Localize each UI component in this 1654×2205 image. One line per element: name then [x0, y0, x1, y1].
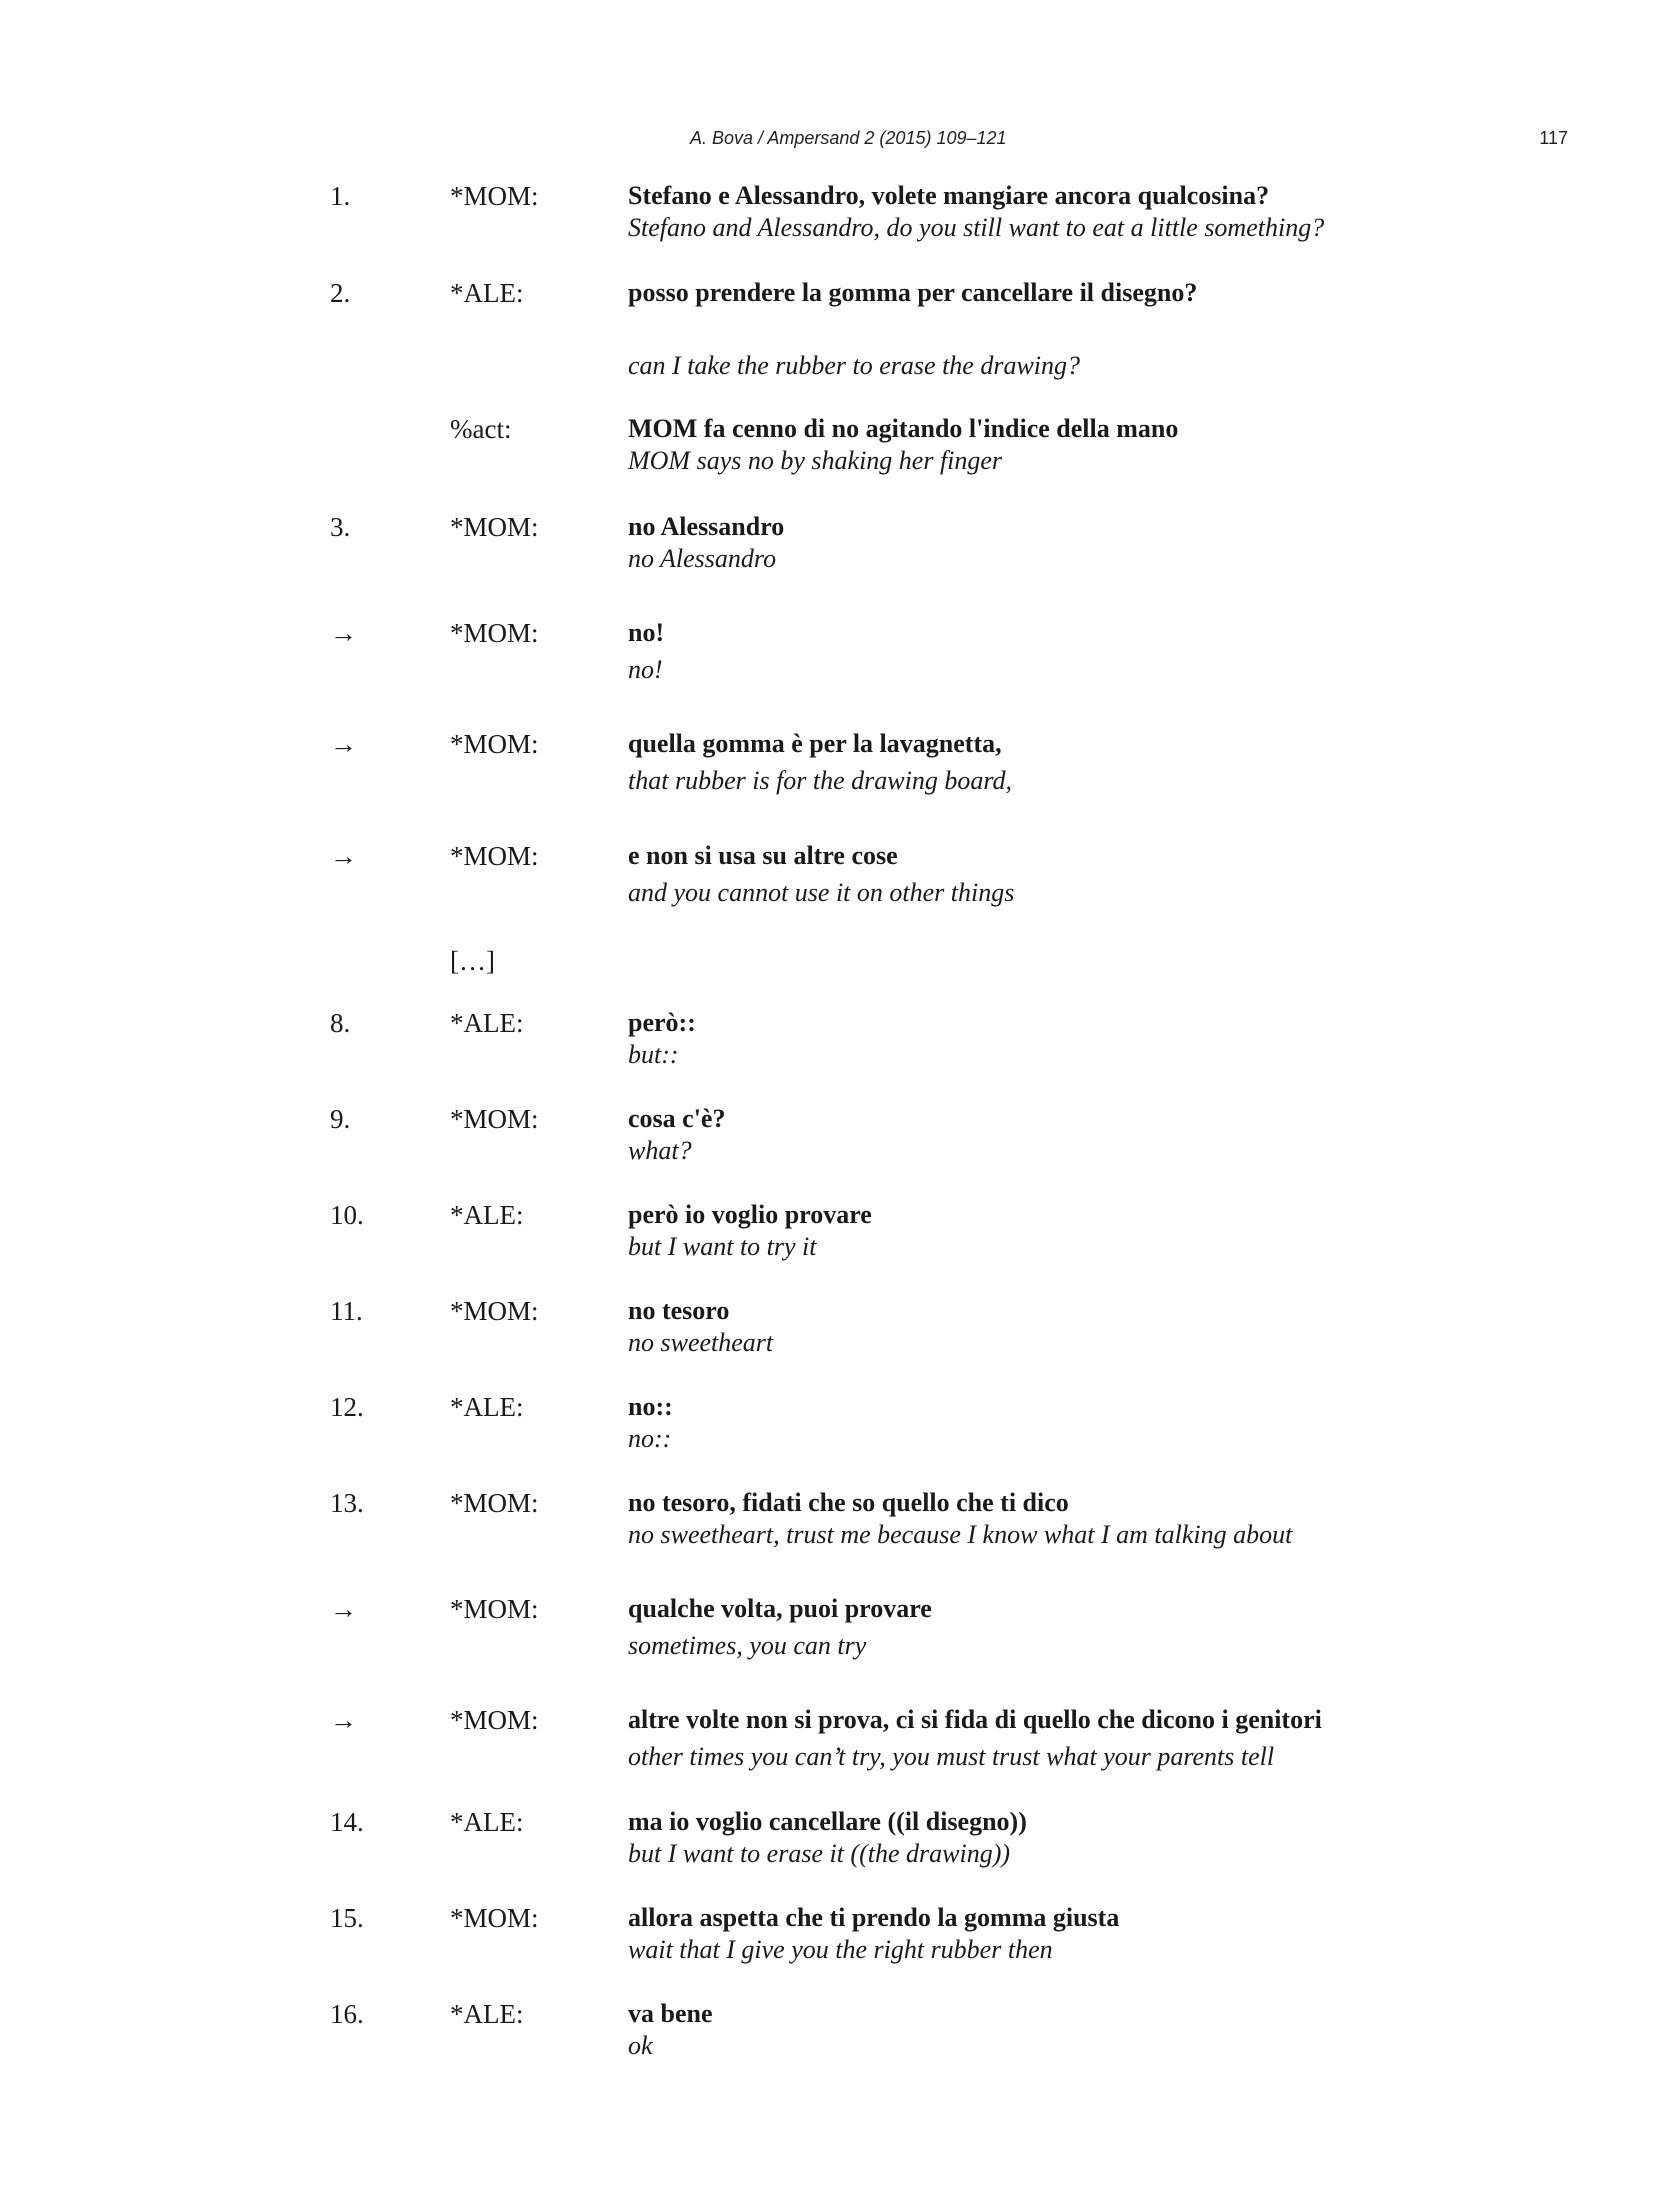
turn-number: 1. — [330, 181, 351, 211]
turn-number: 3. — [330, 512, 351, 542]
turn-number: → — [330, 1594, 357, 1624]
english-translation: no:: — [628, 1424, 672, 1453]
italian-utterance: quella gomma è per la lavagnetta, — [628, 729, 1002, 758]
speaker-code: *MOM: — [450, 841, 539, 871]
italian-utterance: allora aspetta che ti prendo la gomma gi… — [628, 1903, 1120, 1932]
italian-utterance: no Alessandro — [628, 512, 785, 541]
italian-utterance: però io voglio provare — [628, 1200, 872, 1229]
english-translation: that rubber is for the drawing board, — [628, 766, 1013, 795]
italian-utterance: e non si usa su altre cose — [628, 841, 898, 870]
italian-utterance: posso prendere la gomma per cancellare i… — [628, 278, 1198, 307]
speaker-code: %act: — [450, 414, 512, 444]
italian-utterance: no tesoro — [628, 1296, 730, 1325]
speaker-code: *ALE: — [450, 1008, 524, 1038]
italian-utterance: ma io voglio cancellare ((il disegno)) — [628, 1807, 1027, 1836]
turn-number: 8. — [330, 1008, 351, 1038]
speaker-code: *MOM: — [450, 1488, 539, 1518]
speaker-code: *MOM: — [450, 1296, 539, 1326]
italian-utterance: qualche volta, puoi provare — [628, 1594, 932, 1623]
english-translation: but:: — [628, 1040, 679, 1069]
english-translation: what? — [628, 1136, 692, 1165]
turn-number: → — [330, 729, 357, 759]
turn-number: → — [330, 841, 357, 871]
speaker-code: *MOM: — [450, 729, 539, 759]
omission-marker: […] — [450, 946, 495, 976]
english-translation: Stefano and Alessandro, do you still wan… — [628, 213, 1325, 242]
turn-number: 12. — [330, 1392, 364, 1422]
turn-number: 9. — [330, 1104, 351, 1134]
speaker-code: *ALE: — [450, 278, 524, 308]
english-translation: sometimes, you can try — [628, 1631, 867, 1660]
english-translation: ok — [628, 2031, 653, 2060]
italian-utterance: però:: — [628, 1008, 696, 1037]
turn-number: 14. — [330, 1807, 364, 1837]
english-translation: no! — [628, 655, 663, 684]
english-translation: wait that I give you the right rubber th… — [628, 1935, 1053, 1964]
speaker-code: *ALE: — [450, 1807, 524, 1837]
english-translation: other times you can’t try, you must trus… — [628, 1742, 1275, 1771]
speaker-code: *MOM: — [450, 618, 539, 648]
italian-utterance: Stefano e Alessandro, volete mangiare an… — [628, 181, 1270, 210]
turn-number: → — [330, 1705, 357, 1735]
english-translation: and you cannot use it on other things — [628, 878, 1015, 907]
english-translation: no sweetheart — [628, 1328, 774, 1357]
turn-number: 2. — [330, 278, 351, 308]
english-translation: but I want to try it — [628, 1232, 817, 1261]
speaker-code: *ALE: — [450, 1999, 524, 2029]
turn-number: 10. — [330, 1200, 364, 1230]
turn-number: → — [330, 618, 357, 648]
italian-utterance: cosa c'è? — [628, 1104, 726, 1133]
transcript: 1. *MOM: Stefano e Alessandro, volete ma… — [0, 0, 1654, 2205]
english-translation: no Alessandro — [628, 544, 777, 573]
speaker-code: *MOM: — [450, 1705, 539, 1735]
english-translation: no sweetheart, trust me because I know w… — [628, 1520, 1293, 1549]
english-translation: MOM says no by shaking her finger — [628, 446, 1003, 475]
english-translation: can I take the rubber to erase the drawi… — [628, 351, 1081, 380]
italian-utterance: no:: — [628, 1392, 673, 1421]
speaker-code: *MOM: — [450, 1903, 539, 1933]
turn-number: 15. — [330, 1903, 364, 1933]
turn-number: 16. — [330, 1999, 364, 2029]
speaker-code: *MOM: — [450, 181, 539, 211]
italian-utterance: va bene — [628, 1999, 713, 2028]
turn-number: 13. — [330, 1488, 364, 1518]
italian-utterance: no tesoro, fidati che so quello che ti d… — [628, 1488, 1069, 1517]
italian-utterance: no! — [628, 618, 665, 647]
turn-number: 11. — [330, 1296, 363, 1326]
speaker-code: *MOM: — [450, 1104, 539, 1134]
italian-utterance: MOM fa cenno di no agitando l'indice del… — [628, 414, 1179, 443]
speaker-code: *MOM: — [450, 1594, 539, 1624]
italian-utterance: altre volte non si prova, ci si fida di … — [628, 1705, 1322, 1734]
speaker-code: *MOM: — [450, 512, 539, 542]
speaker-code: *ALE: — [450, 1200, 524, 1230]
speaker-code: *ALE: — [450, 1392, 524, 1422]
english-translation: but I want to erase it ((the drawing)) — [628, 1839, 1011, 1868]
